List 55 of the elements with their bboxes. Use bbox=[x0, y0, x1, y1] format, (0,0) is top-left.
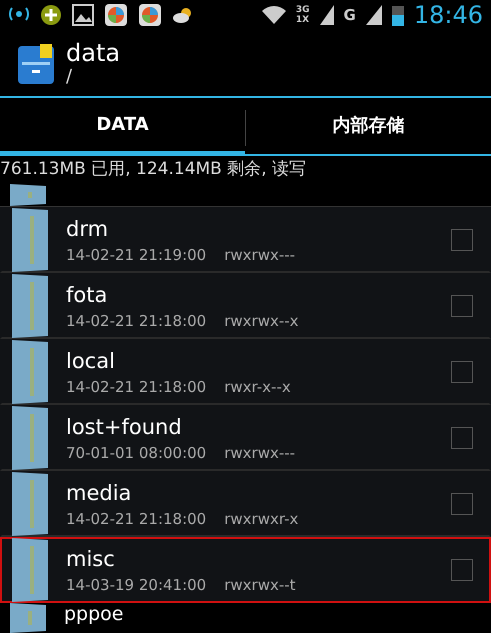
folder-icon bbox=[10, 472, 50, 536]
folder-icon bbox=[10, 274, 50, 338]
file-name: local bbox=[66, 348, 116, 374]
file-row[interactable]: media 14-02-21 21:18:00 rwxrwxr-x bbox=[0, 471, 491, 537]
app-icon bbox=[104, 3, 128, 27]
folder-icon bbox=[10, 406, 50, 470]
weather-icon bbox=[172, 5, 194, 25]
network-type: G bbox=[344, 6, 356, 24]
file-row[interactable]: lost+found 70-01-01 08:00:00 rwxrwx--- bbox=[0, 405, 491, 471]
signal-icon bbox=[366, 5, 382, 25]
checkbox[interactable] bbox=[451, 427, 473, 449]
network-type: 3G 1X bbox=[296, 5, 310, 25]
file-name: misc bbox=[66, 546, 116, 572]
file-permissions: rwxrwx--- bbox=[224, 246, 296, 264]
checkbox[interactable] bbox=[451, 361, 473, 383]
file-name: drm bbox=[66, 216, 110, 242]
app-logo-icon bbox=[18, 42, 54, 84]
file-row[interactable]: local 14-02-21 21:18:00 rwxr-x--x bbox=[0, 339, 491, 405]
file-permissions: rwxrwxr-x bbox=[224, 510, 298, 528]
tab[interactable]: 内部存储 bbox=[246, 98, 491, 156]
file-name: media bbox=[66, 480, 132, 506]
tab[interactable]: DATA bbox=[0, 98, 245, 156]
file-permissions: rwxrwx--x bbox=[224, 312, 299, 330]
folder-path: / bbox=[66, 67, 74, 87]
file-date: 14-02-21 21:18:00 bbox=[66, 312, 206, 330]
battery-icon bbox=[392, 4, 404, 26]
checkbox[interactable] bbox=[451, 493, 473, 515]
file-permissions: rwxrwx--- bbox=[224, 444, 296, 462]
file-name: lost+found bbox=[66, 414, 183, 440]
checkbox[interactable] bbox=[451, 295, 473, 317]
checkbox[interactable] bbox=[451, 559, 473, 581]
clock: 18:46 bbox=[414, 1, 483, 29]
file-row[interactable]: drm 14-02-21 21:19:00 rwxrwx--- bbox=[0, 207, 491, 273]
file-date: 14-03-19 20:41:00 bbox=[66, 576, 206, 594]
file-name: pppoe bbox=[64, 603, 124, 627]
file-date: 70-01-01 08:00:00 bbox=[66, 444, 206, 462]
file-date: 14-02-21 21:19:00 bbox=[66, 246, 206, 264]
signal-icon bbox=[320, 5, 334, 25]
app-icon bbox=[40, 4, 62, 26]
storage-info: 761.13MB 已用, 124.14MB 剩余, 读写 bbox=[0, 158, 308, 181]
file-permissions: rwxr-x--x bbox=[224, 378, 291, 396]
file-date: 14-02-21 21:18:00 bbox=[66, 378, 206, 396]
file-row[interactable]: fota 14-02-21 21:18:00 rwxrwx--x bbox=[0, 273, 491, 339]
file-row[interactable]: misc 14-03-19 20:41:00 rwxrwx--t bbox=[0, 537, 491, 603]
folder-title: data bbox=[66, 39, 120, 67]
image-icon bbox=[72, 4, 94, 26]
folder-icon bbox=[10, 208, 50, 272]
checkbox[interactable] bbox=[451, 229, 473, 251]
wifi-icon bbox=[262, 6, 286, 24]
file-date: 14-02-21 21:18:00 bbox=[66, 510, 206, 528]
file-permissions: rwxrwx--t bbox=[224, 576, 296, 594]
app-icon bbox=[138, 3, 162, 27]
folder-icon bbox=[10, 340, 50, 404]
folder-icon bbox=[8, 184, 48, 206]
file-name: fota bbox=[66, 282, 108, 308]
